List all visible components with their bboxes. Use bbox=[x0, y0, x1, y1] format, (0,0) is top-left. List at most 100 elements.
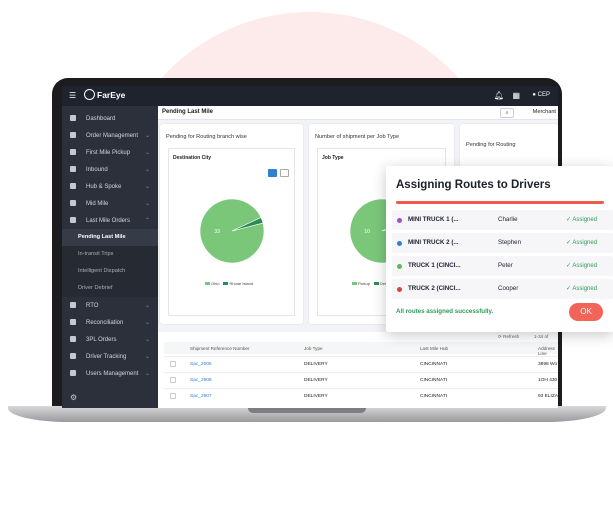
sidebar-item[interactable]: First Mile Pickup ⌄ bbox=[62, 144, 158, 161]
sidebar-item[interactable]: Inbound ⌄ bbox=[62, 161, 158, 178]
user-menu[interactable]: ● CEP bbox=[532, 92, 550, 98]
sidebar-subitem-label: Intelligent Dispatch bbox=[78, 268, 126, 274]
column-header[interactable]: Shipment Reference Number bbox=[190, 346, 250, 351]
progress-bar bbox=[396, 201, 604, 204]
chevron-down-icon: ⌄ bbox=[144, 150, 150, 156]
sidebar-item[interactable]: Reconciliation ⌄ bbox=[62, 314, 158, 331]
logo-text: FarEye bbox=[97, 89, 126, 100]
sidebar-subitem-label: In-transit Trips bbox=[78, 251, 114, 257]
route-assignment-row: MINI TRUCK 1 (... Charlie ✓ Assigned bbox=[392, 210, 613, 230]
assigned-status: ✓ Assigned bbox=[566, 217, 598, 223]
table-cell: CINCINNATI bbox=[420, 378, 448, 383]
card-title: Pending for Routing bbox=[466, 142, 516, 148]
box-icon bbox=[70, 149, 76, 155]
modal-title: Assigning Routes to Drivers bbox=[396, 179, 551, 191]
chevron-down-icon: ⌄ bbox=[144, 303, 150, 309]
hub-icon bbox=[70, 183, 76, 189]
driver-name: Stephen bbox=[498, 239, 522, 246]
laptop-notch bbox=[248, 408, 366, 413]
truck-name: MINI TRUCK 1 (... bbox=[408, 216, 459, 223]
sidebar-item[interactable]: Order Management ⌄ bbox=[62, 127, 158, 144]
bike-icon bbox=[70, 217, 76, 223]
folder-icon bbox=[70, 132, 76, 138]
folder-icon bbox=[70, 336, 76, 342]
table-cell: CINCINNATI bbox=[420, 362, 448, 367]
users-icon bbox=[70, 370, 76, 376]
sidebar-item-label: RTO bbox=[86, 302, 99, 309]
chevron-down-icon: ⌄ bbox=[144, 320, 150, 326]
hamburger-menu-icon[interactable]: ☰ bbox=[69, 91, 76, 101]
table-cell[interactable]: Sac_2908 bbox=[190, 378, 212, 383]
table-row[interactable]: Sac_2005 DELIVERY CINCINNATI 3898 Wo bbox=[164, 356, 558, 372]
inbox-icon bbox=[70, 166, 76, 172]
sidebar-subitem[interactable]: Driver Debrief bbox=[62, 280, 158, 297]
legend-item: Rhode Island bbox=[223, 281, 253, 286]
refresh-button[interactable]: ⟳ Refresh bbox=[498, 334, 519, 340]
search-button[interactable]: ⌕ bbox=[500, 108, 514, 118]
sidebar-subitem[interactable]: Intelligent Dispatch bbox=[62, 263, 158, 280]
truck-name: MINI TRUCK 2 (... bbox=[408, 239, 459, 246]
table-cell: DELIVERY bbox=[304, 362, 328, 367]
sidebar-item[interactable]: RTO ⌄ bbox=[62, 297, 158, 314]
chevron-down-icon: ⌄ bbox=[144, 354, 150, 360]
driver-name: Cooper bbox=[498, 285, 519, 292]
table-cell: 1OH 430 bbox=[538, 378, 558, 383]
sidebar-item[interactable]: Last Mile Orders ⌃ bbox=[62, 212, 158, 229]
column-header[interactable]: Job Type bbox=[304, 346, 323, 351]
row-checkbox[interactable] bbox=[170, 393, 176, 399]
return-icon bbox=[70, 302, 76, 308]
sidebar-item[interactable]: Driver Tracking ⌄ bbox=[62, 348, 158, 365]
table-cell: DELIVERY bbox=[304, 394, 328, 399]
sidebar-item[interactable]: 3PL Orders ⌄ bbox=[62, 331, 158, 348]
row-checkbox[interactable] bbox=[170, 377, 176, 383]
apps-grid-icon[interactable]: ▦ bbox=[512, 91, 520, 101]
tracking-icon bbox=[70, 353, 76, 359]
chart-panel: Destination City 33 Ohio Rhode Island bbox=[168, 148, 295, 316]
sidebar-item-label: Users Management bbox=[86, 370, 139, 377]
truck-icon bbox=[70, 200, 76, 206]
sidebar-item-label: Last Mile Orders bbox=[86, 217, 131, 224]
chevron-up-icon: ⌃ bbox=[144, 218, 150, 224]
table-row[interactable]: Sac_2907 DELIVERY CINCINNATI 93 ELIZA bbox=[164, 388, 558, 404]
chevron-down-icon: ⌄ bbox=[144, 371, 150, 377]
sidebar-subitem-label: Driver Debrief bbox=[78, 285, 113, 291]
chart-legend: Ohio Rhode Island bbox=[205, 281, 253, 286]
sidebar-item-label: Inbound bbox=[86, 166, 108, 173]
column-header[interactable]: Last Mile Hub bbox=[420, 346, 448, 351]
sidebar-item[interactable]: Mid Mile ⌄ bbox=[62, 195, 158, 212]
legend-item: Ohio bbox=[205, 281, 219, 286]
folder-icon bbox=[70, 319, 76, 325]
shipment-table: ⟳ Refresh 1-34 of Shipment Reference Num… bbox=[158, 332, 558, 408]
sidebar-item-label: Mid Mile bbox=[86, 200, 109, 207]
card-routing-branch: Pending for Routing branch wise Destinat… bbox=[160, 124, 303, 324]
sidebar-subitem-label: Pending Last Mile bbox=[78, 234, 126, 240]
table-cell: 3898 Wo bbox=[538, 362, 558, 367]
chevron-down-icon: ⌄ bbox=[144, 201, 150, 207]
sidebar: Dashboard Order Management ⌄ First Mile Pic… bbox=[62, 106, 158, 408]
route-assignment-row: TRUCK 1 (CINCI... Peter ✓ Assigned bbox=[392, 256, 613, 276]
slice-label: 10 bbox=[364, 229, 370, 235]
sidebar-item[interactable]: Dashboard bbox=[62, 110, 158, 127]
table-cell[interactable]: Sac_2005 bbox=[190, 362, 212, 367]
sidebar-subitem[interactable]: Pending Last Mile bbox=[62, 229, 158, 246]
sidebar-item[interactable]: Users Management ⌄ bbox=[62, 365, 158, 382]
gear-icon[interactable]: ⚙ bbox=[70, 393, 77, 402]
ok-button[interactable]: OK bbox=[569, 303, 603, 321]
table-cell[interactable]: Sac_2907 bbox=[190, 394, 212, 399]
chart-line-icon bbox=[70, 115, 76, 121]
bell-icon[interactable]: 🔔︎ bbox=[494, 91, 504, 101]
page-title: Pending Last Mile bbox=[162, 109, 214, 115]
user-name: CEP bbox=[537, 92, 550, 98]
sidebar-item[interactable]: Hub & Spoke ⌄ bbox=[62, 178, 158, 195]
route-assignment-row: MINI TRUCK 2 (... Stephen ✓ Assigned bbox=[392, 233, 613, 253]
sidebar-subitem[interactable]: In-transit Trips bbox=[62, 246, 158, 263]
merchant-dropdown[interactable]: Merchant bbox=[533, 109, 556, 115]
column-header[interactable]: Address Line bbox=[538, 346, 558, 356]
chevron-down-icon: ⌄ bbox=[144, 133, 150, 139]
sidebar-item-label: Dashboard bbox=[86, 115, 116, 122]
table-row[interactable]: Sac_2908 DELIVERY CINCINNATI 1OH 430 bbox=[164, 372, 558, 388]
chevron-down-icon: ⌄ bbox=[144, 167, 150, 173]
slice-label: 33 bbox=[214, 229, 220, 235]
chevron-down-icon: ⌄ bbox=[144, 337, 150, 343]
row-checkbox[interactable] bbox=[170, 361, 176, 367]
